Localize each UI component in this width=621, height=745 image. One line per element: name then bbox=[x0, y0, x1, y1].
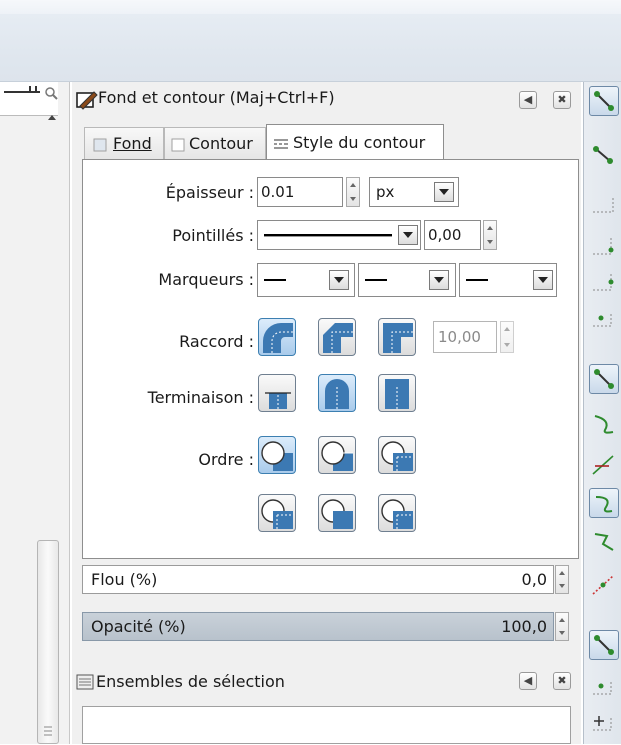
butt-cap-button[interactable] bbox=[258, 374, 296, 412]
snap-bbox-icon[interactable] bbox=[589, 140, 619, 170]
blur-label: Flou (%) bbox=[91, 570, 158, 589]
start-marker-dropdown-button[interactable] bbox=[329, 270, 349, 290]
snap-midpoints-icon[interactable] bbox=[589, 570, 619, 600]
scroll-up-arrow-icon[interactable] bbox=[46, 108, 58, 120]
markers-label: Marqueurs : bbox=[158, 270, 254, 289]
miter-limit-spinner[interactable] bbox=[500, 321, 514, 353]
dash-offset-spinner[interactable] bbox=[483, 220, 497, 250]
paint-order-label: Ordre : bbox=[198, 450, 254, 469]
tab-fond[interactable]: Fond bbox=[84, 127, 164, 159]
snap-smooth-nodes-icon[interactable] bbox=[589, 528, 619, 558]
fill-stroke-icon bbox=[76, 91, 98, 110]
solid-line-icon bbox=[264, 234, 392, 237]
selection-sets-close-button[interactable]: ✖ bbox=[553, 672, 571, 690]
unit-dropdown-button[interactable] bbox=[434, 182, 454, 202]
stroke-style-tab-icon bbox=[274, 139, 288, 149]
dialog-title: Fond et contour (Maj+Ctrl+F) bbox=[98, 88, 335, 107]
snap-bbox-corner-icon[interactable] bbox=[589, 232, 619, 262]
opacity-spinner[interactable] bbox=[555, 612, 569, 641]
round-join-button[interactable] bbox=[258, 318, 296, 356]
snap-path-icon[interactable] bbox=[589, 410, 619, 440]
blur-slider[interactable]: Flou (%) 0,0 bbox=[82, 565, 554, 594]
stroke-width-spinner[interactable] bbox=[346, 177, 360, 207]
top-toolbar-area bbox=[0, 0, 621, 82]
unit-select-value: px bbox=[376, 183, 395, 201]
paint-order-icon bbox=[261, 499, 293, 529]
paint-order-icon bbox=[321, 499, 353, 529]
order-fill-markers-stroke-button[interactable] bbox=[258, 494, 296, 532]
vertical-scrollbar-thumb[interactable] bbox=[37, 540, 59, 744]
tab-contour-label: Contour bbox=[189, 134, 253, 153]
bevel-join-icon bbox=[323, 323, 353, 353]
selection-sets-list[interactable] bbox=[82, 706, 571, 744]
stroke-width-input[interactable]: 0.01 bbox=[257, 177, 343, 207]
dash-pattern-select[interactable] bbox=[257, 220, 421, 250]
dashes-label: Pointillés : bbox=[172, 226, 254, 245]
order-stroke-markers-fill-button[interactable] bbox=[318, 494, 356, 532]
snap-bbox-midpoint-icon[interactable] bbox=[589, 268, 619, 298]
snap-others-icon[interactable] bbox=[589, 630, 619, 660]
opacity-label: Opacité (%) bbox=[91, 617, 186, 636]
snap-intersection-icon[interactable] bbox=[589, 450, 619, 480]
dialog-titlebar: Fond et contour (Maj+Ctrl+F) bbox=[76, 86, 576, 114]
blur-value: 0,0 bbox=[521, 570, 547, 589]
no-marker-icon bbox=[466, 279, 488, 281]
miter-join-icon bbox=[383, 323, 413, 353]
no-marker-icon bbox=[365, 279, 387, 281]
snap-rotation-center-icon[interactable] bbox=[589, 708, 619, 738]
dash-offset-input[interactable]: 0,00 bbox=[424, 220, 481, 250]
snap-nodes-icon[interactable] bbox=[589, 364, 619, 394]
paint-order-icon bbox=[261, 441, 293, 471]
tab-contour[interactable]: Contour bbox=[164, 127, 266, 159]
order-fill-stroke-markers-button[interactable] bbox=[258, 436, 296, 474]
blur-spinner[interactable] bbox=[555, 565, 569, 594]
paint-order-icon bbox=[381, 441, 413, 471]
canvas-left-area bbox=[0, 82, 70, 744]
end-marker-dropdown-button[interactable] bbox=[533, 270, 553, 290]
tab-fond-label: Fond bbox=[113, 134, 152, 153]
snap-object-center-icon[interactable] bbox=[589, 672, 619, 702]
opacity-value: 100,0 bbox=[501, 617, 547, 636]
selection-sets-titlebar: Ensembles de sélection bbox=[76, 670, 576, 696]
tab-style-du-contour[interactable]: Style du contour bbox=[266, 124, 444, 160]
stroke-tab-icon bbox=[171, 138, 185, 152]
selection-sets-title: Ensembles de sélection bbox=[96, 672, 285, 691]
order-markers-stroke-fill-button[interactable] bbox=[378, 494, 416, 532]
butt-cap-icon bbox=[265, 392, 291, 409]
round-join-icon bbox=[263, 323, 293, 353]
no-marker-icon bbox=[264, 279, 286, 281]
paint-order-icon bbox=[381, 499, 413, 529]
round-cap-icon bbox=[325, 379, 349, 409]
snap-enable-icon[interactable] bbox=[589, 86, 619, 116]
snap-bbox-center-icon[interactable] bbox=[589, 306, 619, 336]
dialog-collapse-button[interactable]: ◀ bbox=[519, 91, 537, 109]
square-cap-icon bbox=[385, 379, 409, 409]
bevel-join-button[interactable] bbox=[318, 318, 356, 356]
zoom-icon[interactable] bbox=[44, 86, 58, 100]
paint-order-icon bbox=[321, 441, 353, 471]
order-markers-fill-stroke-button[interactable] bbox=[378, 436, 416, 474]
round-cap-button[interactable] bbox=[318, 374, 356, 412]
order-stroke-fill-markers-button[interactable] bbox=[318, 436, 356, 474]
snap-bbox-edge-icon[interactable] bbox=[589, 190, 619, 220]
dialog-close-button[interactable]: ✖ bbox=[553, 91, 571, 109]
fill-tab-icon bbox=[93, 138, 107, 152]
square-cap-button[interactable] bbox=[378, 374, 416, 412]
snap-cusp-nodes-icon[interactable] bbox=[589, 488, 619, 518]
miter-join-button[interactable] bbox=[378, 318, 416, 356]
selection-sets-icon bbox=[76, 674, 94, 690]
opacity-slider[interactable]: Opacité (%) 100,0 bbox=[82, 612, 554, 641]
cap-label: Terminaison : bbox=[147, 388, 254, 407]
mid-marker-dropdown-button[interactable] bbox=[429, 270, 449, 290]
miter-limit-input[interactable]: 10,00 bbox=[433, 321, 497, 353]
join-label: Raccord : bbox=[179, 332, 254, 351]
stroke-width-label: Épaisseur : bbox=[165, 183, 254, 202]
tab-style-label: Style du contour bbox=[293, 133, 426, 152]
selection-sets-collapse-button[interactable]: ◀ bbox=[519, 672, 537, 690]
dash-dropdown-button[interactable] bbox=[398, 225, 418, 245]
